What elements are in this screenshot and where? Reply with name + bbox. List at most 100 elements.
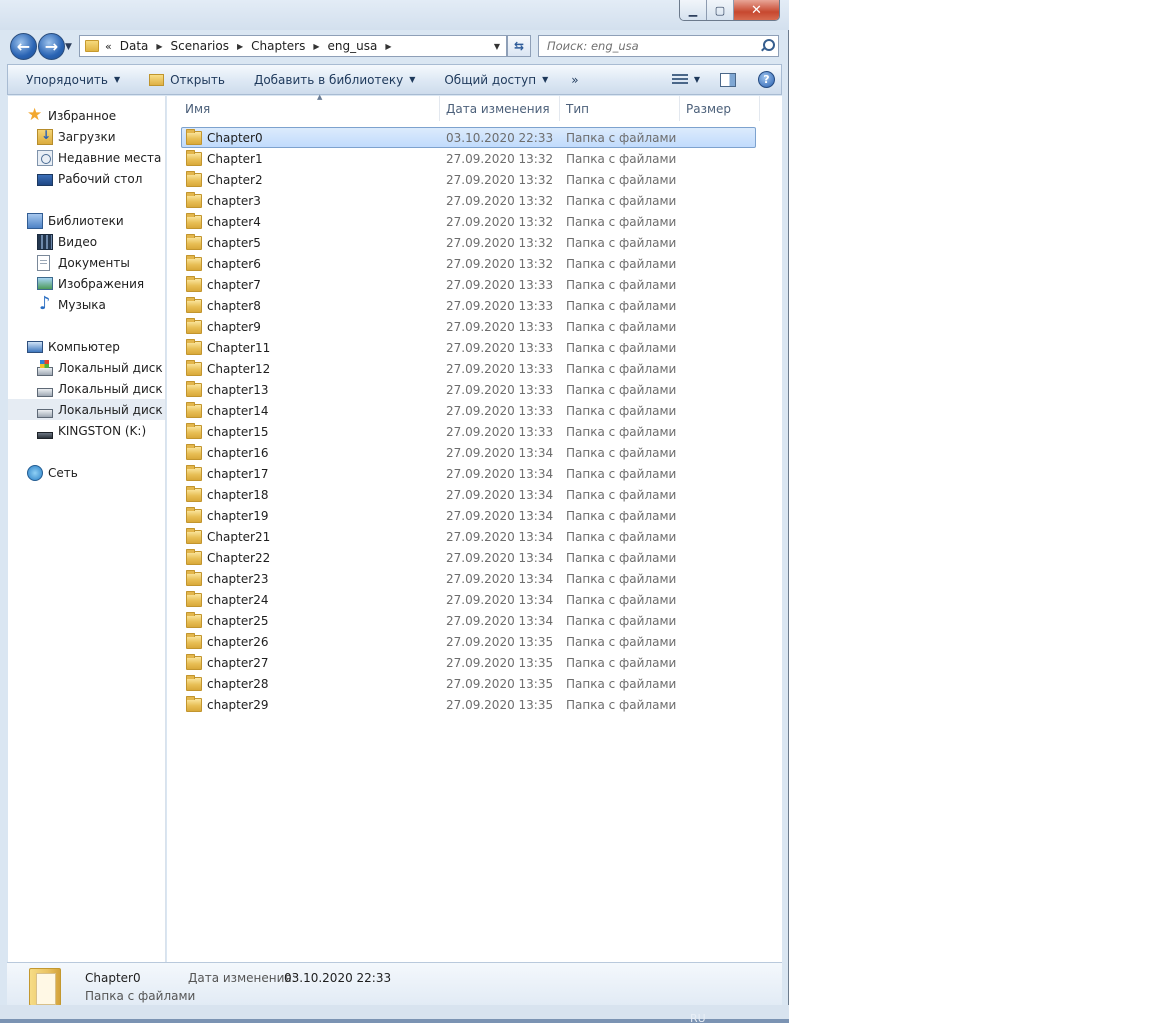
taskbar-strip [0, 1019, 789, 1023]
file-date: 03.10.2020 22:33 [446, 130, 554, 145]
sidebar-item-favorites[interactable]: Избранное [27, 105, 116, 126]
file-row[interactable]: Chapter11 27.09.2020 13:33 Папка с файлами [181, 337, 756, 358]
file-name: Chapter21 [207, 529, 271, 544]
breadcrumb-eng-usa[interactable]: eng_usa ▶ [328, 39, 400, 53]
breadcrumb-arrow-icon[interactable]: ▶ [313, 42, 319, 51]
file-name: chapter9 [207, 319, 261, 334]
sidebar-item-libraries[interactable]: Библиотеки [27, 210, 124, 231]
file-row[interactable]: Chapter12 27.09.2020 13:33 Папка с файлами [181, 358, 756, 379]
folder-icon [186, 443, 202, 460]
language-indicator[interactable]: RU [690, 1012, 706, 1025]
back-button[interactable]: ← [10, 33, 37, 60]
recent-pages-dropdown[interactable]: ▼ [65, 42, 72, 52]
column-header-name[interactable]: Имя ▲ [179, 93, 440, 121]
file-type: Папка с файлами [566, 403, 677, 418]
file-row[interactable]: chapter17 27.09.2020 13:34 Папка с файлами [181, 463, 756, 484]
sidebar-item-pictures[interactable]: Изображения [37, 273, 144, 294]
sidebar-item-drive-d[interactable]: Локальный диск (D [37, 378, 165, 399]
file-name: chapter5 [207, 235, 261, 250]
search-icon[interactable] [760, 39, 775, 53]
file-row[interactable]: chapter27 27.09.2020 13:35 Папка с файлами [181, 652, 756, 673]
column-header-label: Имя [185, 101, 211, 116]
column-header-date[interactable]: Дата изменения [440, 96, 560, 121]
breadcrumb-data[interactable]: Data ▶ [120, 39, 171, 53]
file-row[interactable]: Chapter2 27.09.2020 13:32 Папка с файлами [181, 169, 756, 190]
file-row[interactable]: chapter19 27.09.2020 13:34 Папка с файлами [181, 505, 756, 526]
breadcrumb-label: eng_usa [327, 39, 378, 53]
refresh-button[interactable]: ⇆ [507, 35, 531, 57]
minimize-button[interactable]: ▁ [680, 0, 707, 20]
file-row[interactable]: chapter24 27.09.2020 13:34 Папка с файлами [181, 589, 756, 610]
file-row[interactable]: chapter18 27.09.2020 13:34 Папка с файлами [181, 484, 756, 505]
sidebar-item-documents[interactable]: Документы [37, 252, 130, 273]
file-row[interactable]: chapter14 27.09.2020 13:33 Папка с файлами [181, 400, 756, 421]
address-dropdown-icon[interactable]: ▼ [494, 42, 500, 51]
file-type: Папка с файлами [566, 613, 677, 628]
breadcrumb-arrow-icon[interactable]: ▶ [156, 42, 162, 51]
file-row[interactable]: chapter4 27.09.2020 13:32 Папка с файлами [181, 211, 756, 232]
file-row[interactable]: chapter26 27.09.2020 13:35 Папка с файлами [181, 631, 756, 652]
file-row[interactable]: chapter9 27.09.2020 13:33 Папка с файлами [181, 316, 756, 337]
sidebar-item-recent-places[interactable]: Недавние места [37, 147, 161, 168]
folder-icon [186, 170, 202, 187]
file-row[interactable]: chapter25 27.09.2020 13:34 Папка с файлами [181, 610, 756, 631]
breadcrumb-chapters[interactable]: Chapters ▶ [251, 39, 327, 53]
file-row[interactable]: chapter8 27.09.2020 13:33 Папка с файлами [181, 295, 756, 316]
column-header-label: Размер [686, 101, 732, 116]
folder-icon [186, 632, 202, 649]
title-bar[interactable]: ▁ ▢ ✕ [0, 0, 789, 30]
sidebar-item-drive-c[interactable]: Локальный диск (C [37, 357, 165, 378]
breadcrumb-arrow-icon[interactable]: ▶ [385, 42, 391, 51]
file-row[interactable]: chapter5 27.09.2020 13:32 Папка с файлами [181, 232, 756, 253]
file-type: Папка с файлами [566, 382, 677, 397]
address-overflow-chevron[interactable]: « [105, 40, 112, 53]
file-name: chapter17 [207, 466, 269, 481]
breadcrumb-arrow-icon[interactable]: ▶ [237, 42, 243, 51]
file-row[interactable]: chapter15 27.09.2020 13:33 Папка с файлами [181, 421, 756, 442]
file-row[interactable]: Chapter1 27.09.2020 13:32 Папка с файлами [181, 148, 756, 169]
sidebar-item-drive-e[interactable]: Локальный диск (E: [8, 399, 165, 420]
file-row[interactable]: Chapter22 27.09.2020 13:34 Папка с файлами [181, 547, 756, 568]
more-commands-button[interactable]: » [557, 65, 587, 94]
view-options-icon[interactable] [671, 73, 688, 86]
maximize-button[interactable]: ▢ [707, 0, 734, 20]
sidebar-item-downloads[interactable]: Загрузки [37, 126, 116, 147]
column-header-size[interactable]: Размер [680, 96, 760, 121]
sidebar-item-kingston[interactable]: KINGSTON (K:) [37, 420, 146, 441]
file-row[interactable]: chapter6 27.09.2020 13:32 Папка с файлами [181, 253, 756, 274]
column-header-type[interactable]: Тип [560, 96, 680, 121]
preview-pane-icon[interactable] [720, 72, 736, 87]
file-row[interactable]: chapter7 27.09.2020 13:33 Папка с файлами [181, 274, 756, 295]
organize-button[interactable]: Упорядочить ▼ [8, 65, 129, 94]
search-input[interactable]: Поиск: eng_usa [538, 35, 779, 57]
chevron-down-icon: ▼ [409, 75, 416, 84]
sidebar-item-music[interactable]: Музыка [37, 293, 106, 315]
file-row[interactable]: chapter13 27.09.2020 13:33 Папка с файлами [181, 379, 756, 400]
file-type: Папка с файлами [566, 193, 677, 208]
file-row[interactable]: chapter29 27.09.2020 13:35 Папка с файлами [181, 694, 756, 715]
file-row[interactable]: chapter3 27.09.2020 13:32 Папка с файлами [181, 190, 756, 211]
file-row[interactable]: chapter16 27.09.2020 13:34 Папка с файлами [181, 442, 756, 463]
sidebar-item-computer[interactable]: Компьютер [27, 336, 120, 357]
address-bar[interactable]: « Data ▶ Scenarios ▶ Chapters ▶ eng_usa ▶ ▼ [79, 35, 507, 57]
sidebar-item-desktop[interactable]: Рабочий стол [37, 168, 142, 189]
file-row[interactable]: Chapter0 03.10.2020 22:33 Папка с файлами [181, 127, 756, 148]
more-chevron-icon: » [571, 72, 579, 87]
add-to-library-button[interactable]: Добавить в библиотеку ▼ [234, 65, 424, 94]
sidebar-item-network[interactable]: Сеть [27, 462, 78, 483]
forward-button[interactable]: → [38, 33, 65, 60]
open-button[interactable]: Открыть [129, 65, 234, 94]
video-icon [37, 233, 53, 250]
close-button[interactable]: ✕ [734, 0, 779, 20]
breadcrumb-scenarios[interactable]: Scenarios ▶ [171, 39, 252, 53]
file-row[interactable]: chapter28 27.09.2020 13:35 Папка с файлами [181, 673, 756, 694]
sidebar-item-video[interactable]: Видео [37, 231, 97, 252]
file-row[interactable]: chapter23 27.09.2020 13:34 Папка с файлами [181, 568, 756, 589]
search-placeholder: Поиск: eng_usa [547, 39, 639, 53]
file-name: Chapter2 [207, 172, 263, 187]
help-icon[interactable]: ? [758, 71, 775, 88]
chevron-down-icon[interactable]: ▼ [694, 75, 700, 84]
file-row[interactable]: Chapter21 27.09.2020 13:34 Папка с файлами [181, 526, 756, 547]
share-button[interactable]: Общий доступ ▼ [424, 65, 557, 94]
file-name: chapter6 [207, 256, 261, 271]
